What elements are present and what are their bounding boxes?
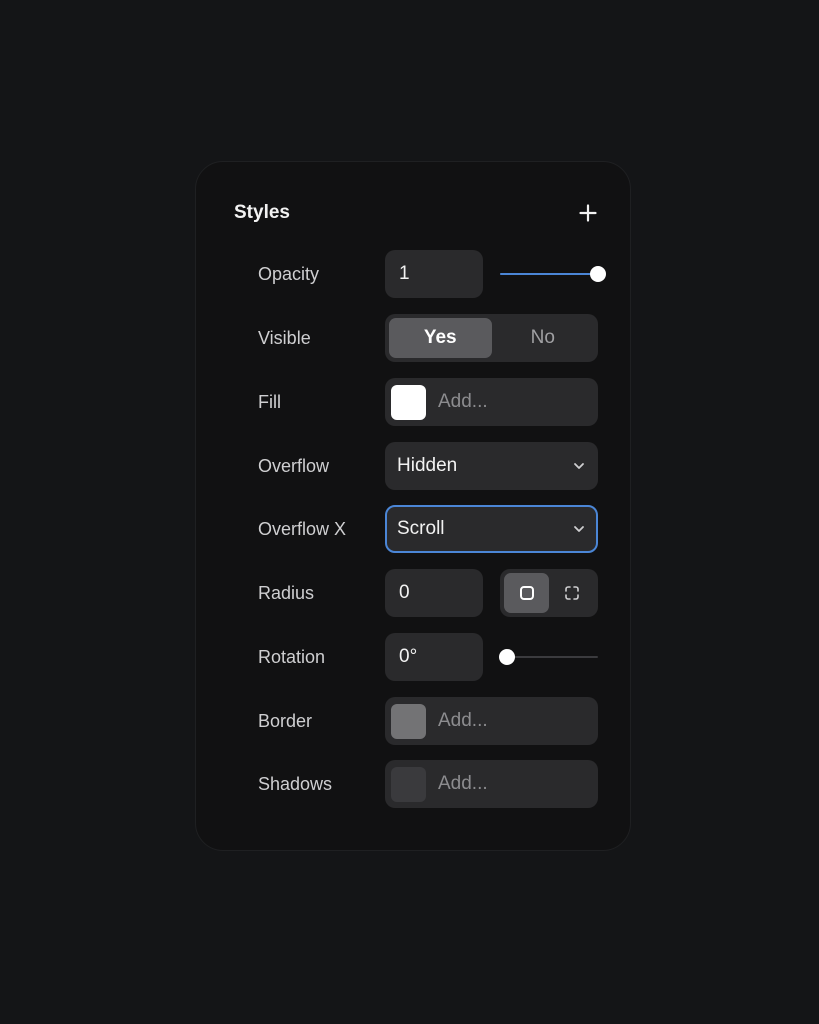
border-placeholder: Add...: [438, 710, 488, 731]
radius-input[interactable]: 0: [385, 569, 483, 617]
overflow-x-value: Scroll: [397, 518, 445, 539]
opacity-slider-thumb[interactable]: [590, 266, 606, 282]
add-style-button[interactable]: [576, 201, 600, 225]
fill-label: Fill: [258, 392, 281, 412]
chevron-down-icon: [572, 522, 586, 536]
rotation-value: 0°: [399, 646, 418, 667]
plus-icon: [579, 204, 597, 222]
overflow-x-select[interactable]: Scroll: [385, 505, 598, 553]
overflow-label: Overflow: [258, 456, 330, 476]
shadows-label: Shadows: [258, 774, 333, 794]
individual-radius-button[interactable]: [549, 573, 594, 613]
fill-placeholder: Add...: [438, 391, 488, 412]
radius-mode-toggle: [500, 569, 598, 617]
overflow-value: Hidden: [397, 455, 458, 476]
visible-yes-option[interactable]: Yes: [389, 318, 492, 358]
overflow-x-label: Overflow X: [258, 519, 347, 539]
rotation-slider-track: [507, 656, 598, 658]
fill-color-swatch[interactable]: [391, 384, 426, 420]
visible-no-option[interactable]: No: [492, 318, 595, 358]
visible-toggle: Yes No: [385, 314, 598, 362]
border-color-swatch[interactable]: [391, 703, 426, 739]
uniform-radius-button[interactable]: [504, 573, 549, 613]
shadows-placeholder: Add...: [438, 773, 488, 794]
rotation-slider-thumb[interactable]: [499, 649, 515, 665]
border-label: Border: [258, 711, 313, 731]
individual-corners-icon: [564, 586, 579, 600]
rotation-label: Rotation: [258, 647, 326, 667]
opacity-value: 1: [399, 263, 410, 284]
opacity-slider[interactable]: [500, 264, 606, 284]
rotation-input[interactable]: 0°: [385, 633, 483, 681]
fill-field[interactable]: Add...: [385, 378, 598, 426]
shadows-field[interactable]: Add...: [385, 760, 598, 808]
overflow-select[interactable]: Hidden: [385, 442, 598, 490]
uniform-corners-icon: [519, 586, 534, 600]
opacity-input[interactable]: 1: [385, 250, 483, 298]
panel-title: Styles: [234, 202, 290, 223]
visible-label: Visible: [258, 328, 311, 348]
shadows-color-swatch[interactable]: [391, 766, 426, 802]
border-field[interactable]: Add...: [385, 697, 598, 745]
chevron-down-icon: [572, 459, 586, 473]
opacity-slider-fill: [500, 273, 598, 275]
styles-panel: Styles Opacity 1 Visible Yes No Fill Add…: [195, 161, 631, 851]
opacity-label: Opacity: [258, 264, 320, 284]
radius-value: 0: [399, 582, 410, 603]
rotation-slider[interactable]: [499, 647, 598, 667]
radius-label: Radius: [258, 583, 315, 603]
